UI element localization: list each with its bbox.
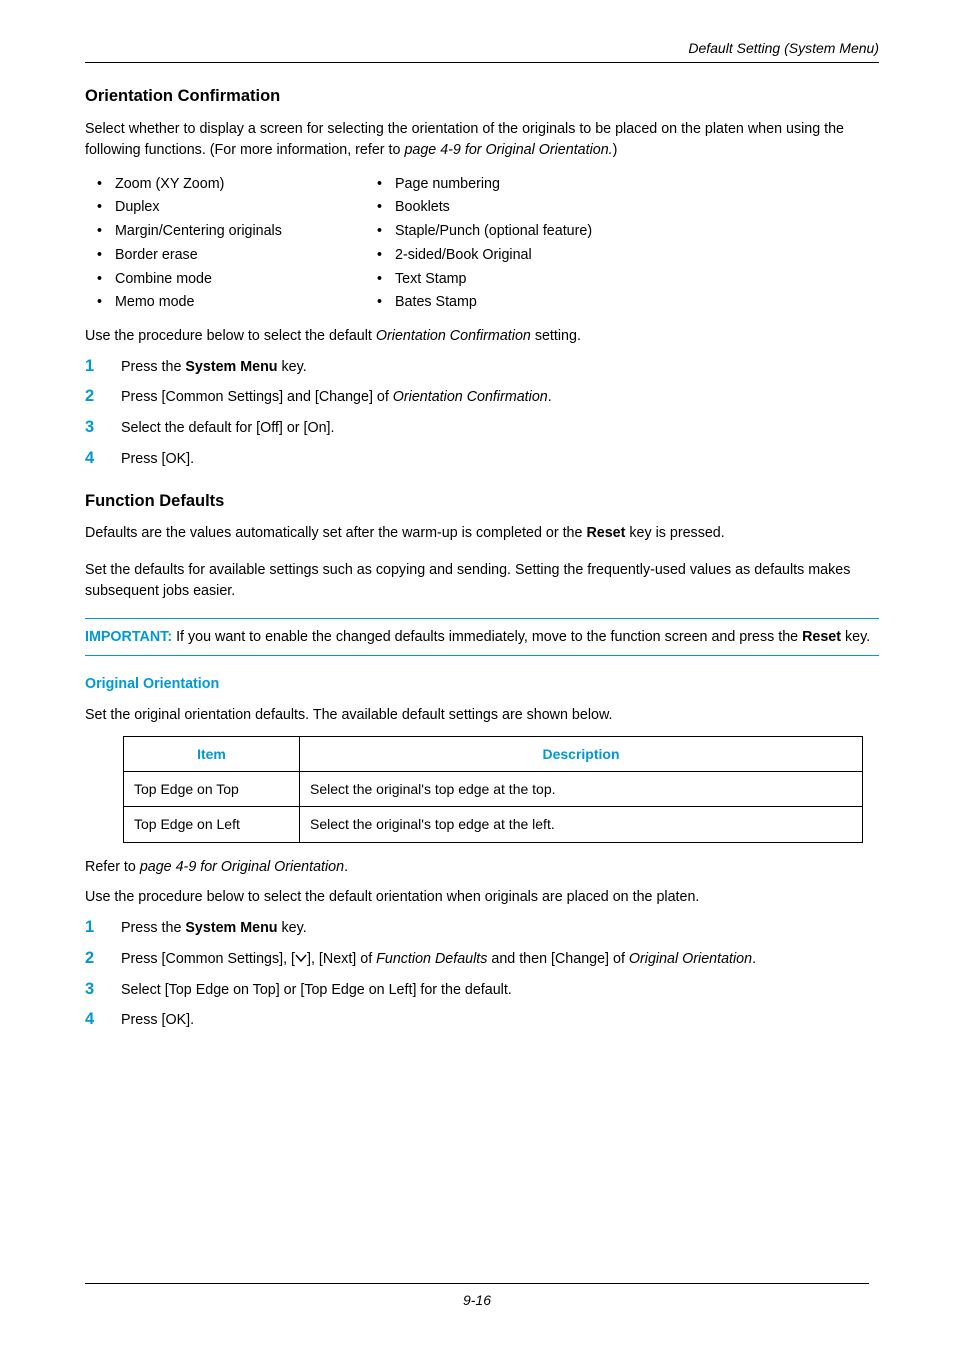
text: Select the default for [Off] or [On]. <box>121 420 335 436</box>
list-item: Margin/Centering originals <box>85 221 365 242</box>
page-number: 9-16 <box>463 1292 491 1308</box>
text-italic: Original Orientation <box>629 951 752 967</box>
text: Defaults are the values automatically se… <box>85 525 586 541</box>
step-item: 2 Press [Common Settings] and [Change] of… <box>85 387 879 408</box>
text: Press [OK]. <box>121 1012 194 1028</box>
step-number: 2 <box>85 947 94 971</box>
text: . <box>548 389 552 405</box>
step-number: 2 <box>85 385 94 409</box>
text: Press the <box>121 359 185 375</box>
heading-orientation-confirmation: Orientation Confirmation <box>85 85 879 109</box>
list-item: Zoom (XY Zoom) <box>85 174 365 195</box>
text: Press [OK]. <box>121 451 194 467</box>
steps-oc: 1 Press the System Menu key. 2 Press [Comm… <box>85 357 879 470</box>
th-item: Item <box>124 736 300 771</box>
list-item: Memo mode <box>85 292 365 313</box>
cell-desc: Select the original's top edge at the to… <box>300 772 863 807</box>
cell-item: Top Edge on Left <box>124 807 300 842</box>
important-callout: IMPORTANT: If you want to enable the cha… <box>85 618 879 657</box>
list-item: Combine mode <box>85 269 365 290</box>
text: key. <box>278 920 307 936</box>
text-bold: System Menu <box>185 359 277 375</box>
text-italic: page 4-9 for Original Orientation <box>140 859 344 875</box>
text: ], [Next] of <box>307 951 376 967</box>
step-item: 3 Select the default for [Off] or [On]. <box>85 418 879 439</box>
text: key. <box>278 359 307 375</box>
text-bold: Reset <box>802 629 841 645</box>
list-item: Border erase <box>85 245 365 266</box>
feature-list-left: Zoom (XY Zoom) Duplex Margin/Centering o… <box>85 174 365 313</box>
step-item: 2Press [Common Settings], [], [Next] of … <box>85 949 879 970</box>
list-item: Booklets <box>365 197 645 218</box>
text: setting. <box>531 328 581 344</box>
callout-label: IMPORTANT: <box>85 629 172 645</box>
footer-rule <box>85 1283 869 1284</box>
para-oc-intro: Select whether to display a screen for s… <box>85 119 879 160</box>
para-fd-2: Set the defaults for available settings … <box>85 560 879 601</box>
text: ) <box>613 142 618 158</box>
text-bold: Reset <box>586 525 625 541</box>
header-section: Default Setting (System Menu) <box>85 38 879 58</box>
chevron-down-icon <box>295 949 307 970</box>
para-oo-ref: Refer to page 4-9 for Original Orientati… <box>85 857 879 878</box>
step-number: 3 <box>85 416 94 440</box>
text-bold: System Menu <box>185 920 277 936</box>
table-header-row: Item Description <box>124 736 863 771</box>
step-number: 4 <box>85 447 94 471</box>
step-number: 4 <box>85 1008 94 1032</box>
step-number: 1 <box>85 355 94 379</box>
text: key. <box>841 629 870 645</box>
text-italic: Function Defaults <box>376 951 487 967</box>
feature-lists: Zoom (XY Zoom) Duplex Margin/Centering o… <box>85 171 879 316</box>
text-italic: Orientation Confirmation <box>393 389 548 405</box>
heading-original-orientation: Original Orientation <box>85 674 879 695</box>
list-item: Page numbering <box>365 174 645 195</box>
para-fd-1: Defaults are the values automatically se… <box>85 523 879 544</box>
text: key is pressed. <box>625 525 724 541</box>
th-description: Description <box>300 736 863 771</box>
text: . <box>752 951 756 967</box>
text: If you want to enable the changed defaul… <box>172 629 802 645</box>
cell-desc: Select the original's top edge at the le… <box>300 807 863 842</box>
text: . <box>344 859 348 875</box>
text: and then [Change] of <box>487 951 629 967</box>
step-item: 4 Press [OK]. <box>85 449 879 470</box>
text: Use the procedure below to select the de… <box>85 328 376 344</box>
text-italic: page 4-9 for Original Orientation. <box>404 142 612 158</box>
step-number: 3 <box>85 978 94 1002</box>
step-item: 1 Press the System Menu key. <box>85 357 879 378</box>
text: Select [Top Edge on Top] or [Top Edge on… <box>121 982 512 998</box>
list-item: Duplex <box>85 197 365 218</box>
list-item: Staple/Punch (optional feature) <box>365 221 645 242</box>
step-item: 3 Select [Top Edge on Top] or [Top Edge o… <box>85 980 879 1001</box>
list-item: 2-sided/Book Original <box>365 245 645 266</box>
step-item: 1 Press the System Menu key. <box>85 918 879 939</box>
text-italic: Orientation Confirmation <box>376 328 531 344</box>
table-row: Top Edge on Top Select the original's to… <box>124 772 863 807</box>
list-item: Text Stamp <box>365 269 645 290</box>
text: Press [Common Settings] and [Change] of <box>121 389 393 405</box>
cell-item: Top Edge on Top <box>124 772 300 807</box>
step-number: 1 <box>85 916 94 940</box>
step-item: 4 Press [OK]. <box>85 1010 879 1031</box>
text: Press the <box>121 920 185 936</box>
para-oo-useproc: Use the procedure below to select the de… <box>85 887 879 908</box>
para-oc-useproc: Use the procedure below to select the de… <box>85 326 879 347</box>
text: Refer to <box>85 859 140 875</box>
list-item: Bates Stamp <box>365 292 645 313</box>
table-row: Top Edge on Left Select the original's t… <box>124 807 863 842</box>
page-footer: 9-16 <box>0 1283 954 1310</box>
heading-function-defaults: Function Defaults <box>85 490 879 514</box>
para-oo-intro: Set the original orientation defaults. T… <box>85 705 879 726</box>
options-table: Item Description Top Edge on Top Select … <box>123 736 863 843</box>
feature-list-right: Page numbering Booklets Staple/Punch (op… <box>365 174 645 313</box>
header-rule <box>85 62 879 63</box>
text: Press [Common Settings], [ <box>121 951 295 967</box>
steps-oo: 1 Press the System Menu key. 2 Press [Comm… <box>85 918 879 1031</box>
